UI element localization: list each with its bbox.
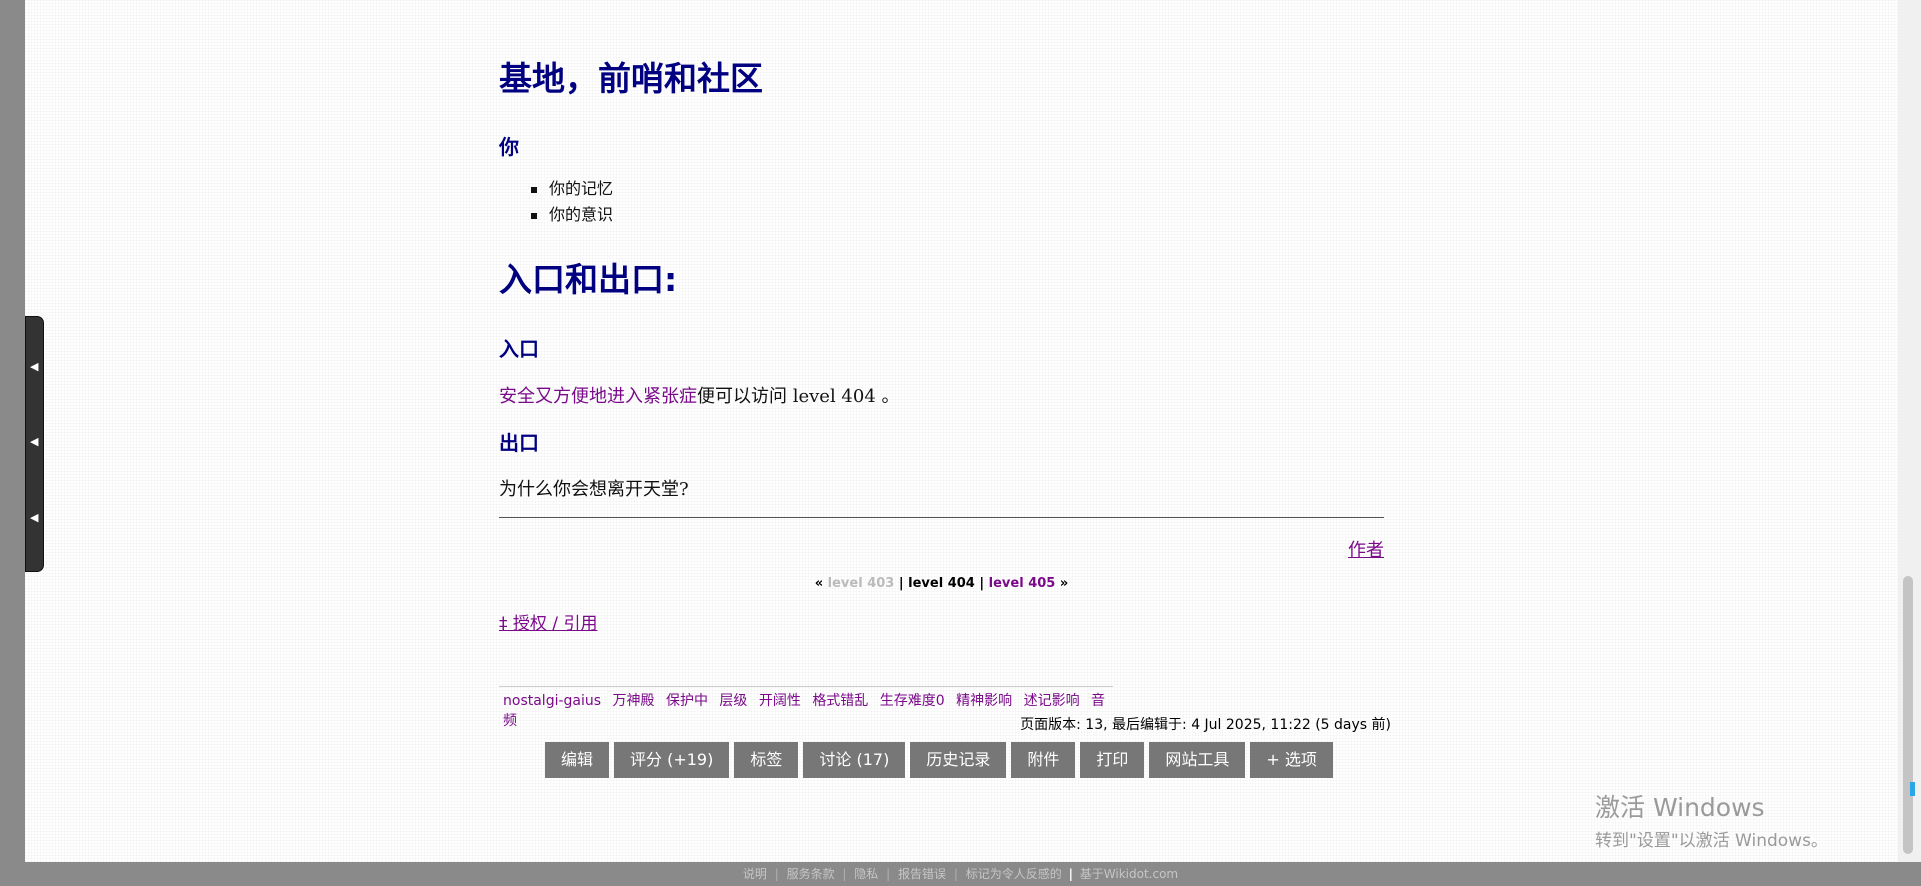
more-options-button[interactable]: + 选项 xyxy=(1250,742,1333,778)
entrance-link[interactable]: 安全又方便地进入紧张症 xyxy=(499,386,697,407)
windows-activation-watermark: 激活 Windows 转到"设置"以激活 Windows。 xyxy=(1595,788,1828,851)
history-button[interactable]: 历史记录 xyxy=(910,742,1007,778)
watermark-subtitle: 转到"设置"以激活 Windows。 xyxy=(1595,831,1828,851)
scroll-indicator xyxy=(1910,782,1915,796)
footer-link-help[interactable]: 说明 xyxy=(743,867,767,881)
nav-separator: | xyxy=(979,576,985,591)
site-tools-button[interactable]: 网站工具 xyxy=(1149,742,1246,778)
page-info: 页面版本: 13, 最后编辑于: 4 Jul 2025, 11:22 (5 da… xyxy=(1020,717,1391,733)
list-item: 你的记忆 xyxy=(499,176,613,202)
entrance-paragraph: 安全又方便地进入紧张症便可以访问 level 404 。 xyxy=(499,382,900,408)
side-panel-tab[interactable]: ◀ ◀ ◀ xyxy=(25,316,44,572)
tag-link[interactable]: 述记影响 xyxy=(1024,693,1080,709)
tag-link[interactable]: 层级 xyxy=(719,693,747,709)
files-button[interactable]: 附件 xyxy=(1011,742,1076,778)
nav-next-link[interactable]: level 405 xyxy=(989,576,1056,591)
footer-link-terms[interactable]: 服务条款 xyxy=(787,867,835,881)
footer-link-report-bug[interactable]: 报告错误 xyxy=(898,867,946,881)
footer-link-privacy[interactable]: 隐私 xyxy=(854,867,878,881)
nav-prev-link[interactable]: level 403 xyxy=(828,576,895,591)
footer-separator: | xyxy=(774,867,779,881)
arrow-left-icon[interactable]: ◀ xyxy=(30,361,40,372)
list-item: 你的意识 xyxy=(499,202,613,228)
edit-button[interactable]: 编辑 xyxy=(545,742,610,778)
print-button[interactable]: 打印 xyxy=(1080,742,1145,778)
footer-separator: | xyxy=(886,867,891,881)
footer-powered-by[interactable]: 基于Wikidot.com xyxy=(1080,867,1178,881)
discuss-button[interactable]: 讨论 (17) xyxy=(803,742,906,778)
site-footer: 说明 | 服务条款 | 隐私 | 报告错误 | 标记为令人反感的 | 基于Wik… xyxy=(0,862,1921,884)
tags-button[interactable]: 标签 xyxy=(734,742,799,778)
author-link[interactable]: 作者 xyxy=(1348,536,1384,562)
tag-link[interactable]: nostalgi-gaius xyxy=(503,693,601,709)
arrow-left-icon[interactable]: ◀ xyxy=(30,436,40,447)
footer-link-flag[interactable]: 标记为令人反感的 xyxy=(966,867,1062,881)
heading-bases: 基地，前哨和社区 xyxy=(499,59,763,98)
heading-entrances-exits: 入口和出口: xyxy=(499,260,678,299)
arrow-left-icon[interactable]: ◀ xyxy=(30,512,40,523)
you-list: 你的记忆 你的意识 xyxy=(499,176,613,228)
tag-link[interactable]: 万神殿 xyxy=(613,693,655,709)
tag-link[interactable]: 格式错乱 xyxy=(812,693,868,709)
level-navigation: « level 403 | level 404 | level 405 » xyxy=(499,576,1384,591)
entrance-text: 便可以访问 level 404 。 xyxy=(697,386,900,407)
footer-separator: | xyxy=(953,867,958,881)
footer-separator: | xyxy=(842,867,847,881)
divider xyxy=(499,517,1384,518)
tag-link[interactable]: 生存难度0 xyxy=(880,693,945,709)
rate-button[interactable]: 评分 (+19) xyxy=(614,742,730,778)
scrollbar-thumb[interactable] xyxy=(1903,576,1913,854)
footer-separator: | xyxy=(1068,867,1073,881)
nav-right-quote: » xyxy=(1059,576,1069,591)
exit-paragraph: 为什么你会想离开天堂? xyxy=(499,479,689,500)
page-options-bar: 编辑 评分 (+19) 标签 讨论 (17) 历史记录 附件 打印 网站工具 +… xyxy=(545,742,1333,778)
tag-link[interactable]: 开阔性 xyxy=(759,693,801,709)
nav-left-quote: « xyxy=(814,576,824,591)
nav-separator: | xyxy=(898,576,904,591)
license-link[interactable]: ‡ 授权 / 引用 xyxy=(499,609,597,634)
heading-you: 你 xyxy=(499,135,519,159)
page-body: 基地，前哨和社区 你 你的记忆 你的意识 入口和出口: 入口 安全又方便地进入紧… xyxy=(25,0,1898,862)
heading-exits: 出口 xyxy=(499,431,539,455)
tag-link[interactable]: 精神影响 xyxy=(956,693,1012,709)
heading-entrances: 入口 xyxy=(499,337,539,361)
tag-link[interactable]: 保护中 xyxy=(666,693,708,709)
watermark-title: 激活 Windows xyxy=(1595,793,1765,822)
nav-current: level 404 xyxy=(908,576,975,591)
